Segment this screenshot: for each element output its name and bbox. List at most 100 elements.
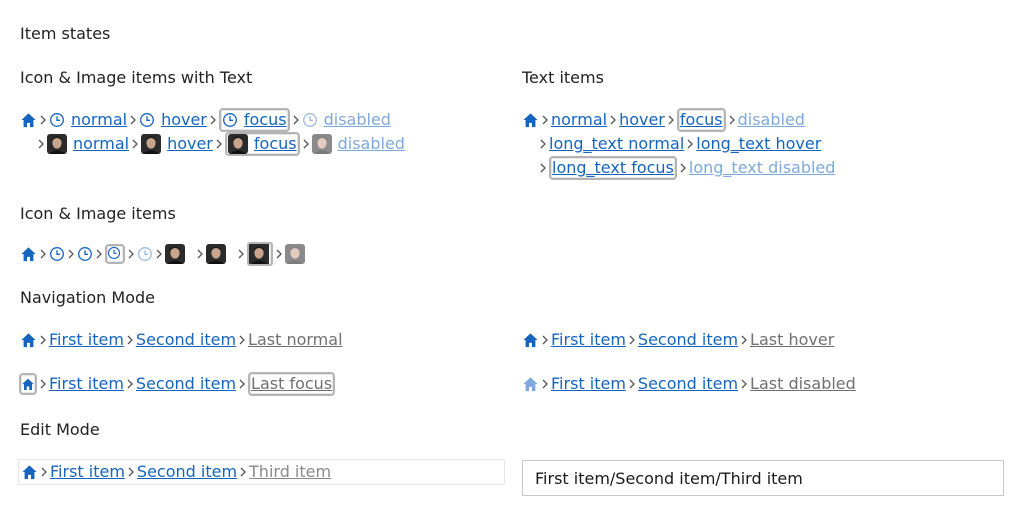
crumb-second[interactable]: Second item [136, 374, 236, 394]
crumb-normal[interactable]: normal [49, 110, 127, 130]
chevron-right-icon [130, 138, 140, 150]
chevron-right-icon [195, 248, 205, 260]
crumb-second[interactable]: Second item [638, 374, 738, 394]
chevron-right-icon [727, 114, 737, 126]
crumb-disabled: disabled [302, 110, 391, 130]
home-icon [521, 375, 539, 393]
chevron-right-icon [739, 334, 749, 346]
home-icon[interactable] [19, 245, 37, 263]
clock-icon[interactable] [77, 246, 93, 262]
crumb-current: Last hover [750, 330, 835, 349]
chevron-right-icon [237, 378, 247, 390]
breadcrumb-text-row1: normal hover focus disabled [521, 108, 805, 132]
crumb-hover[interactable]: hover [139, 110, 207, 130]
crumb-label[interactable]: hover [167, 134, 213, 154]
chevron-right-icon [540, 114, 550, 126]
avatar-photo-icon [141, 134, 161, 154]
home-icon[interactable] [19, 331, 37, 349]
chevron-right-icon [36, 138, 46, 150]
chevron-right-icon [38, 248, 48, 260]
home-icon[interactable] [19, 111, 37, 129]
breadcrumb-nav-last-focus: First item Second item Last focus [19, 372, 336, 396]
chevron-right-icon [38, 114, 48, 126]
crumb-first[interactable]: First item [49, 330, 124, 350]
clock-icon [222, 112, 238, 128]
breadcrumb-icon-only [19, 242, 305, 266]
chevron-right-icon [540, 334, 550, 346]
heading-navigation-mode: Navigation Mode [20, 288, 155, 307]
chevron-right-icon [154, 248, 164, 260]
crumb-first[interactable]: First item [551, 330, 626, 350]
chevron-right-icon [237, 334, 247, 346]
crumb-focus[interactable]: focus [218, 108, 290, 132]
crumb-normal[interactable]: normal [47, 134, 129, 154]
chevron-right-icon [125, 378, 135, 390]
avatar-photo-icon[interactable] [247, 242, 273, 266]
chevron-right-icon [538, 162, 548, 174]
chevron-right-icon [301, 138, 311, 150]
crumb-second[interactable]: Second item [136, 330, 236, 350]
breadcrumb-edit[interactable]: First item Second item Third item [18, 459, 505, 485]
clock-icon [137, 246, 153, 262]
breadcrumb-icon-text-row1: normal hover focus disabled [19, 108, 391, 132]
crumb-long-hover[interactable]: long_text hover [696, 134, 821, 154]
avatar-photo-icon [312, 134, 332, 154]
chevron-right-icon [608, 114, 618, 126]
avatar-photo-icon [47, 134, 67, 154]
chevron-right-icon [128, 114, 138, 126]
heading-icon-image: Icon & Image items [20, 204, 176, 223]
home-icon[interactable] [521, 331, 539, 349]
crumb-current: Last normal [248, 330, 343, 349]
home-icon[interactable] [19, 373, 37, 395]
chevron-right-icon [126, 466, 136, 478]
crumb-current: Third item [249, 462, 332, 481]
crumb-label[interactable]: normal [73, 134, 129, 154]
crumb-first[interactable]: First item [49, 374, 124, 394]
crumb-current[interactable]: Last focus [248, 372, 336, 396]
crumb-label[interactable]: normal [71, 110, 127, 130]
crumb-label[interactable]: focus [254, 134, 297, 154]
breadcrumb-path-input[interactable]: First item/Second item/Third item [522, 460, 1004, 496]
crumb-label[interactable]: focus [244, 110, 287, 130]
path-input-value[interactable]: First item/Second item/Third item [535, 469, 803, 488]
avatar-photo-icon[interactable] [165, 244, 185, 264]
breadcrumb-text-row3: long_text focus long_text disabled [537, 156, 835, 180]
breadcrumb-nav-last-normal: First item Second item Last normal [19, 328, 343, 352]
crumb-long-disabled: long_text disabled [688, 158, 836, 177]
avatar-photo-icon[interactable] [206, 244, 226, 264]
chevron-right-icon [125, 334, 135, 346]
crumb-hover[interactable]: hover [141, 134, 213, 154]
crumb-second[interactable]: Second item [137, 462, 237, 482]
chevron-right-icon [236, 248, 246, 260]
chevron-right-icon [38, 378, 48, 390]
crumb-focus[interactable]: focus [224, 132, 300, 156]
crumb-hover[interactable]: hover [619, 110, 665, 130]
crumb-current: Last disabled [750, 374, 856, 393]
crumb-long-focus[interactable]: long_text focus [549, 156, 677, 180]
crumb-normal[interactable]: normal [551, 110, 607, 130]
chevron-right-icon [540, 378, 550, 390]
heading-icon-image-text: Icon & Image items with Text [20, 68, 253, 87]
home-icon[interactable] [20, 463, 38, 481]
crumb-second[interactable]: Second item [638, 330, 738, 350]
chevron-right-icon [94, 248, 104, 260]
crumb-long-normal[interactable]: long_text normal [549, 134, 684, 154]
heading-item-states: Item states [20, 24, 111, 43]
chevron-right-icon [678, 162, 688, 174]
clock-icon[interactable] [105, 244, 125, 264]
chevron-right-icon [126, 248, 136, 260]
crumb-focus[interactable]: focus [676, 108, 726, 132]
heading-edit-mode: Edit Mode [20, 420, 100, 439]
crumb-label: disabled [337, 134, 405, 153]
crumb-first[interactable]: First item [551, 374, 626, 394]
clock-icon[interactable] [49, 246, 65, 262]
crumb-label: disabled [323, 110, 391, 129]
chevron-right-icon [739, 378, 749, 390]
chevron-right-icon [274, 248, 284, 260]
heading-text-items: Text items [522, 68, 604, 87]
home-icon[interactable] [521, 111, 539, 129]
crumb-first[interactable]: First item [50, 462, 125, 482]
breadcrumb-nav-last-disabled: First item Second item Last disabled [521, 372, 856, 396]
crumb-label[interactable]: hover [161, 110, 207, 130]
avatar-photo-icon [228, 134, 248, 154]
